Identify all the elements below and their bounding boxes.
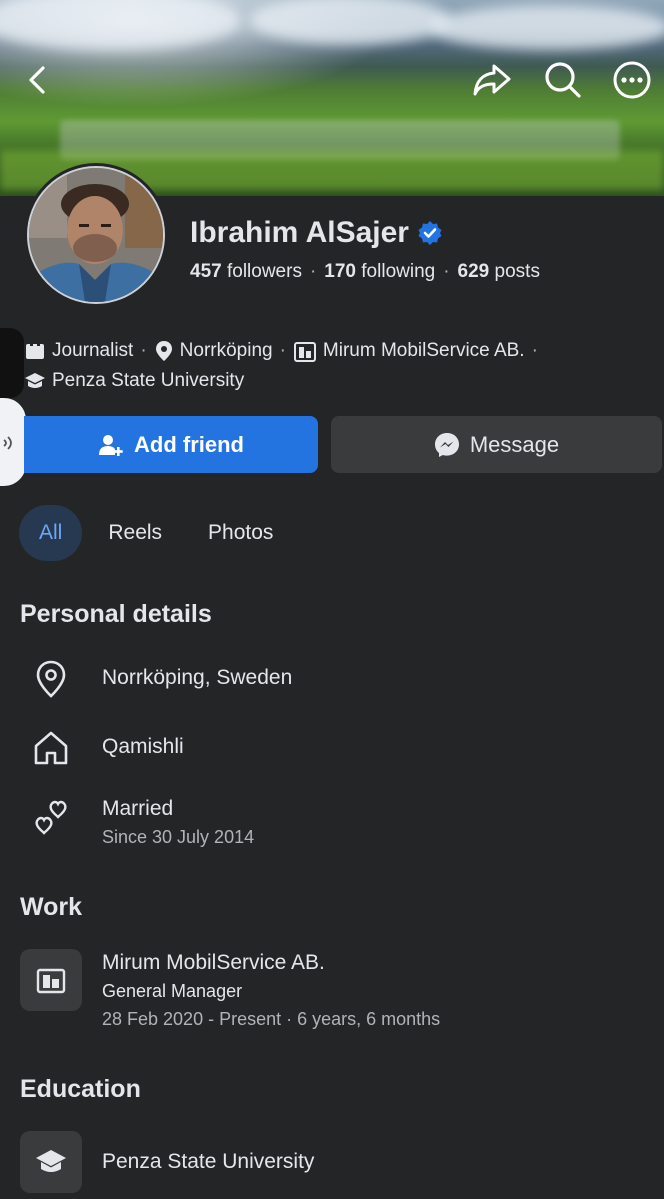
edge-overlay (0, 328, 24, 398)
share-button[interactable] (470, 58, 514, 102)
education-title: Education (20, 1075, 141, 1103)
share-icon (473, 64, 511, 96)
building-icon (293, 342, 316, 362)
messenger-icon (434, 432, 459, 457)
tab-photos[interactable]: Photos (188, 505, 293, 561)
avatar-portrait (29, 168, 163, 302)
education-school: Penza State University (102, 1150, 315, 1173)
intro-company[interactable]: Mirum MobilService AB. (293, 340, 525, 362)
intro-school[interactable]: Penza State University (24, 370, 244, 392)
tab-reels[interactable]: Reels (88, 505, 182, 561)
graduation-cap-icon (36, 1150, 66, 1172)
profile-name-row: Ibrahim AlSajer (190, 216, 443, 250)
search-icon (545, 62, 581, 98)
detail-hometown[interactable]: Qamishli (30, 727, 184, 769)
briefcase-icon (26, 342, 44, 359)
profile-tabs: All Reels Photos (19, 505, 299, 561)
chevron-left-icon (29, 66, 45, 94)
floating-widget[interactable] (0, 398, 26, 486)
detail-relationship[interactable]: Married Since 30 July 2014 (30, 795, 254, 851)
intro-line-1: Journalist · Norrköping · Mirum MobilSer… (24, 340, 545, 362)
sound-icon (3, 436, 12, 450)
location-text: Norrköping, Sweden (102, 666, 293, 689)
intro-city-label: Norrköping (179, 340, 273, 361)
add-friend-icon (99, 434, 123, 456)
intro-school-label: Penza State University (52, 370, 245, 391)
relationship-text: Married (102, 797, 174, 820)
work-company: Mirum MobilService AB. (102, 951, 325, 974)
profile-name: Ibrahim AlSajer (190, 216, 409, 249)
message-label: Message (469, 431, 560, 457)
verified-badge-icon (418, 221, 442, 245)
followers-count[interactable]: 457 (190, 261, 222, 282)
add-friend-button[interactable]: Add friend (24, 416, 318, 473)
message-button[interactable]: Message (331, 416, 662, 473)
more-icon (613, 61, 651, 99)
intro-company-label: Mirum MobilService AB. (322, 340, 525, 361)
back-button[interactable] (16, 58, 60, 102)
following-label[interactable]: following (361, 261, 435, 282)
work-title: Work (20, 893, 83, 921)
tab-all[interactable]: All (19, 505, 83, 561)
intro-job-label: Journalist (52, 340, 134, 361)
home-icon (34, 731, 68, 765)
followers-label[interactable]: followers (227, 261, 302, 282)
relationship-since: Since 30 July 2014 (102, 827, 255, 847)
search-button[interactable] (541, 58, 585, 102)
work-period: 28 Feb 2020 - Present · 6 years, 6 month… (102, 1009, 441, 1029)
work-entry[interactable]: Mirum MobilService AB. General Manager 2… (20, 949, 440, 1033)
more-options-button[interactable] (610, 58, 654, 102)
intro-line-2: Penza State University (24, 370, 244, 392)
profile-avatar[interactable] (24, 163, 168, 307)
profile-stats: 457 followers · 170 following · 629 posts (190, 261, 540, 282)
hometown-text: Qamishli (102, 735, 184, 758)
education-entry[interactable]: Penza State University (20, 1131, 314, 1193)
intro-city[interactable]: Norrköping (154, 340, 273, 362)
posts-count: 629 (457, 261, 490, 282)
location-pin-icon (36, 660, 66, 698)
personal-details-title: Personal details (20, 600, 212, 628)
detail-location[interactable]: Norrköping, Sweden (30, 658, 292, 700)
intro-job[interactable]: Journalist (24, 340, 133, 362)
location-pin-icon (155, 341, 172, 361)
following-count[interactable]: 170 (324, 261, 356, 282)
posts-label: posts (494, 261, 540, 282)
work-position: General Manager (102, 981, 243, 1001)
graduation-cap-icon (25, 373, 45, 388)
building-icon (36, 968, 66, 994)
relationship-hearts-icon (35, 800, 67, 835)
add-friend-label: Add friend (134, 431, 244, 457)
